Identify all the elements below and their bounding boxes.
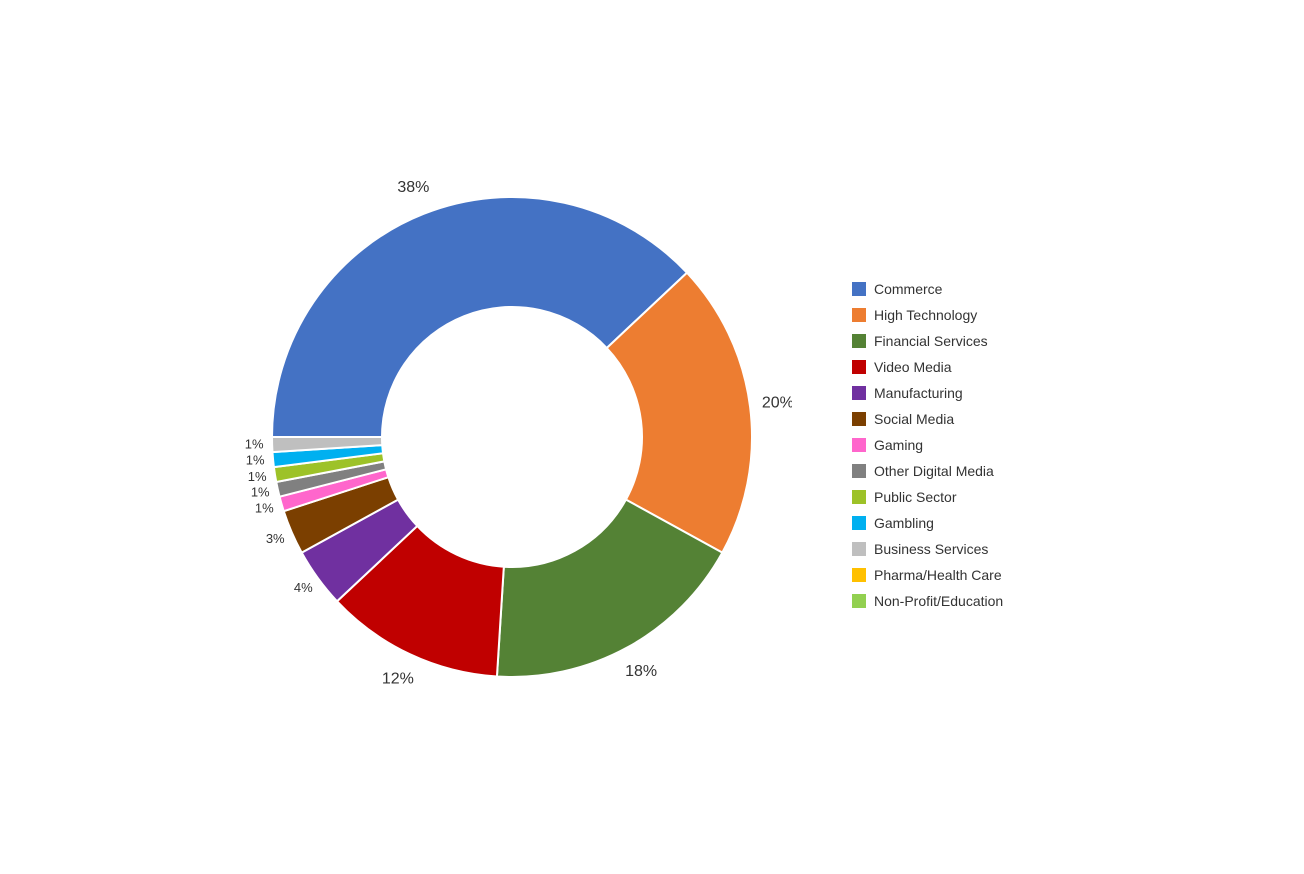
label-gambling: 1% (246, 453, 265, 468)
legend-label-8: Public Sector (874, 489, 956, 505)
legend-color-8 (852, 490, 866, 504)
legend-item-11: Pharma/Health Care (852, 567, 1072, 583)
legend-item-4: Manufacturing (852, 385, 1072, 401)
label-social-media: 3% (266, 531, 285, 546)
label-high-technology: 20% (762, 395, 792, 412)
legend-label-4: Manufacturing (874, 385, 963, 401)
legend-label-9: Gambling (874, 515, 934, 531)
legend-label-0: Commerce (874, 281, 942, 297)
legend-color-3 (852, 360, 866, 374)
label-manufacturing: 4% (294, 580, 313, 595)
legend-item-2: Financial Services (852, 333, 1072, 349)
legend-color-4 (852, 386, 866, 400)
legend-color-12 (852, 594, 866, 608)
legend-item-6: Gaming (852, 437, 1072, 453)
label-gaming: 1% (255, 500, 274, 515)
legend-item-3: Video Media (852, 359, 1072, 375)
legend-color-5 (852, 412, 866, 426)
segment-commerce (272, 197, 687, 437)
legend-item-5: Social Media (852, 411, 1072, 427)
legend-label-7: Other Digital Media (874, 463, 994, 479)
label-video-media: 12% (382, 671, 414, 688)
label-business-services: 1% (245, 437, 264, 452)
legend-label-6: Gaming (874, 437, 923, 453)
legend-item-1: High Technology (852, 307, 1072, 323)
legend-label-2: Financial Services (874, 333, 988, 349)
legend-item-10: Business Services (852, 541, 1072, 557)
chart-container: 38%20%18%12%4%3%1%1%1%1%1% CommerceHigh … (212, 137, 1092, 737)
legend-label-1: High Technology (874, 307, 977, 323)
legend-label-11: Pharma/Health Care (874, 567, 1002, 583)
legend-color-1 (852, 308, 866, 322)
label-financial-services: 18% (625, 663, 657, 680)
legend-color-2 (852, 334, 866, 348)
legend-color-10 (852, 542, 866, 556)
legend-item-12: Non-Profit/Education (852, 593, 1072, 609)
chart-legend: Commerce High Technology Financial Service… (852, 265, 1072, 609)
legend-label-5: Social Media (874, 411, 954, 427)
legend-label-12: Non-Profit/Education (874, 593, 1003, 609)
legend-color-6 (852, 438, 866, 452)
legend-item-7: Other Digital Media (852, 463, 1072, 479)
legend-color-11 (852, 568, 866, 582)
legend-item-8: Public Sector (852, 489, 1072, 505)
legend-label-3: Video Media (874, 359, 952, 375)
legend-item-9: Gambling (852, 515, 1072, 531)
label-commerce: 38% (397, 179, 429, 196)
legend-color-9 (852, 516, 866, 530)
label-other-digital-media: 1% (251, 485, 270, 500)
legend-color-0 (852, 282, 866, 296)
legend-item-0: Commerce (852, 281, 1072, 297)
legend-label-10: Business Services (874, 541, 988, 557)
donut-svg: 38%20%18%12%4%3%1%1%1%1%1% (232, 157, 792, 717)
legend-color-7 (852, 464, 866, 478)
donut-chart: 38%20%18%12%4%3%1%1%1%1%1% (232, 157, 792, 717)
label-public-sector: 1% (248, 469, 267, 484)
